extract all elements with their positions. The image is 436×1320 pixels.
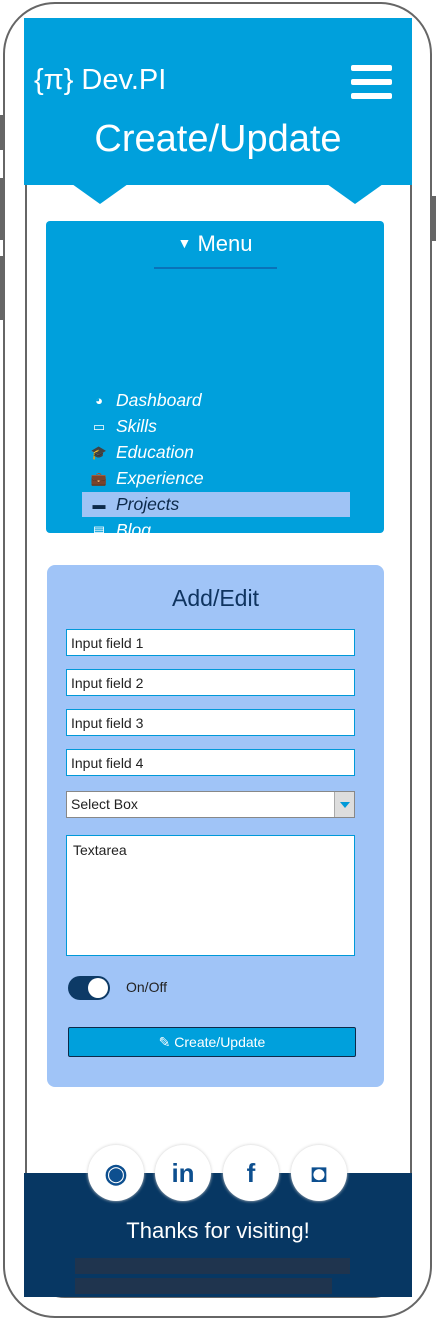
sidebar-item-label: Education xyxy=(116,442,194,462)
pie-chart-icon: ◕ xyxy=(95,393,103,408)
sidebar-item-education[interactable]: 🎓 Education xyxy=(82,440,350,465)
page-title: Create/Update xyxy=(94,118,342,160)
sidebar-item-label: Dashboard xyxy=(116,390,202,410)
sidebar-item-dashboard[interactable]: ◕ Dashboard xyxy=(82,388,350,413)
on-off-toggle[interactable] xyxy=(68,976,110,1000)
sidebar-menu: ▼ Menu ◕ Dashboard ▭ Skills 🎓 Education 💼 Exper… xyxy=(46,221,384,618)
sidebar-item-label: Blog xyxy=(116,520,152,540)
briefcase-icon: 💼 xyxy=(90,471,108,486)
sidebar-item-blog[interactable]: ▤ Blog xyxy=(82,518,350,543)
toggle-knob xyxy=(88,978,108,998)
caret-down-icon: ▼ xyxy=(177,235,192,251)
phone-side-button xyxy=(0,178,4,240)
button-label: Create/Update xyxy=(174,1034,266,1050)
input-field-1[interactable] xyxy=(66,629,355,656)
header-notch xyxy=(72,184,128,204)
input-field-2[interactable] xyxy=(66,669,355,696)
facebook-icon[interactable]: f xyxy=(223,1145,279,1201)
edit-icon: ✎ xyxy=(158,1034,171,1050)
brand-logo[interactable]: {π} Dev.PI xyxy=(34,64,166,97)
menu-title: Menu xyxy=(197,231,253,256)
textarea[interactable]: Textarea xyxy=(66,835,355,956)
newspaper-icon: ▤ xyxy=(92,523,106,538)
input-field-3[interactable] xyxy=(66,709,355,736)
select-box[interactable]: Select Box xyxy=(66,791,355,818)
create-update-button[interactable]: ✎ Create/Update xyxy=(68,1027,356,1057)
select-value: Select Box xyxy=(71,796,138,812)
menu-toggle[interactable]: ▼ Menu xyxy=(46,231,384,257)
folder-icon: ▬ xyxy=(92,497,106,512)
desktop-icon: ▭ xyxy=(92,419,106,434)
header-notch xyxy=(327,184,383,204)
sidebar-item-experience[interactable]: 💼 Experience xyxy=(82,466,350,491)
sidebar-item-label: Projects xyxy=(116,494,180,514)
phone-side-button xyxy=(0,256,4,320)
footer-placeholder-bar xyxy=(75,1258,350,1274)
sidebar-item-skills[interactable]: ▭ Skills xyxy=(82,414,350,439)
graduation-cap-icon: 🎓 xyxy=(90,445,108,460)
sidebar-item-projects[interactable]: ▬ Projects xyxy=(82,492,350,517)
chevron-down-icon[interactable] xyxy=(334,792,354,817)
sidebar-item-label: Experience xyxy=(116,468,204,488)
github-icon[interactable]: ◉ xyxy=(88,1145,144,1201)
toggle-label: On/Off xyxy=(126,979,167,995)
add-edit-form: Add/Edit Select Box Textarea On/Off ✎ Cr… xyxy=(47,565,384,1087)
input-field-4[interactable] xyxy=(66,749,355,776)
instagram-icon[interactable]: ◘ xyxy=(291,1145,347,1201)
hamburger-icon[interactable] xyxy=(351,65,392,107)
footer-placeholder-bar xyxy=(75,1278,332,1294)
sidebar-item-label: Skills xyxy=(116,416,157,436)
form-title: Add/Edit xyxy=(172,585,259,611)
footer-thanks: Thanks for visiting! xyxy=(126,1218,310,1243)
phone-side-button xyxy=(432,196,436,241)
divider xyxy=(154,267,277,269)
linkedin-icon[interactable]: in xyxy=(155,1145,211,1201)
